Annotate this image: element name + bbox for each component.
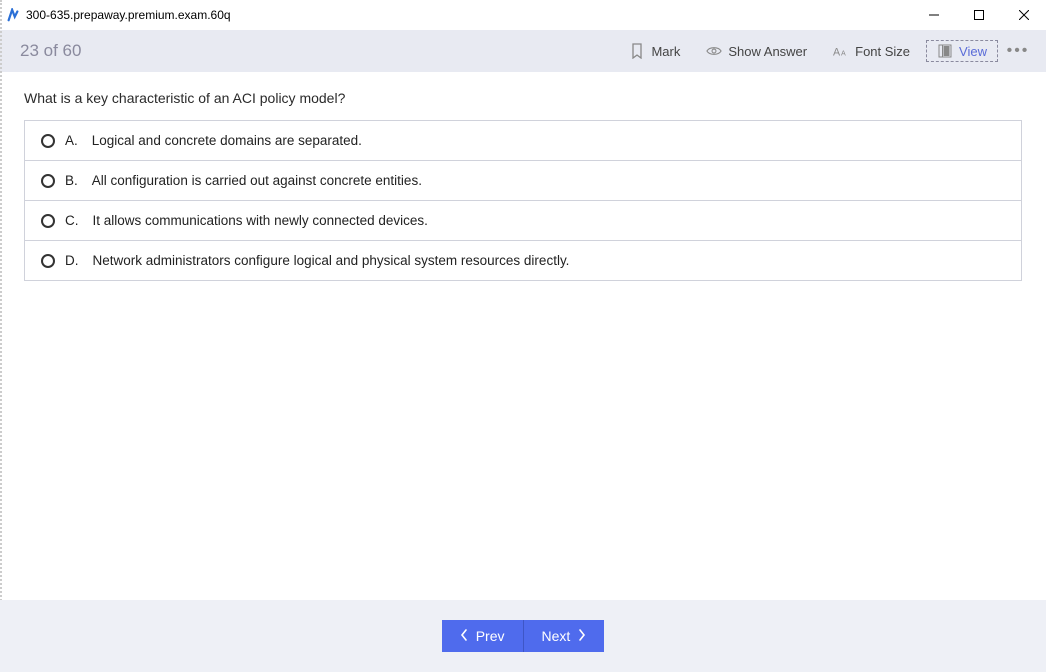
minimize-button[interactable] (911, 0, 956, 30)
option-text: Logical and concrete domains are separat… (92, 133, 362, 148)
radio-icon (41, 254, 55, 268)
option-letter: C. (65, 213, 79, 228)
option-text: Network administrators configure logical… (93, 253, 570, 268)
radio-icon (41, 174, 55, 188)
bookmark-icon (629, 43, 645, 59)
mark-button[interactable]: Mark (619, 39, 690, 63)
footer: Prev Next (0, 600, 1046, 672)
window-title: 300-635.prepaway.premium.exam.60q (26, 8, 231, 22)
chevron-right-icon (578, 629, 586, 644)
radio-icon (41, 134, 55, 148)
answer-list: A. Logical and concrete domains are sepa… (24, 120, 1022, 281)
view-icon (937, 43, 953, 59)
toolbar: 23 of 60 Mark Show Answer AA Font Size V… (0, 30, 1046, 72)
more-icon: ••• (1007, 42, 1030, 60)
svg-text:A: A (833, 46, 841, 58)
answer-option[interactable]: D. Network administrators configure logi… (25, 241, 1021, 280)
next-label: Next (542, 628, 571, 644)
titlebar: 300-635.prepaway.premium.exam.60q (0, 0, 1046, 30)
close-button[interactable] (1001, 0, 1046, 30)
content-area: What is a key characteristic of an ACI p… (0, 72, 1046, 600)
window-controls (911, 0, 1046, 30)
maximize-button[interactable] (956, 0, 1001, 30)
answer-option[interactable]: C. It allows communications with newly c… (25, 201, 1021, 241)
progress-label: 23 of 60 (20, 41, 81, 61)
answer-option[interactable]: A. Logical and concrete domains are sepa… (25, 121, 1021, 161)
show-answer-button[interactable]: Show Answer (696, 39, 817, 63)
radio-icon (41, 214, 55, 228)
left-edge-decoration (0, 0, 4, 672)
question-text: What is a key characteristic of an ACI p… (24, 90, 1022, 106)
option-letter: A. (65, 133, 78, 148)
eye-icon (706, 43, 722, 59)
next-button[interactable]: Next (524, 620, 605, 652)
answer-option[interactable]: B. All configuration is carried out agai… (25, 161, 1021, 201)
font-size-icon: AA (833, 43, 849, 59)
option-text: It allows communications with newly conn… (93, 213, 428, 228)
mark-label: Mark (651, 44, 680, 59)
more-button[interactable]: ••• (1004, 42, 1032, 60)
prev-button[interactable]: Prev (442, 620, 524, 652)
view-button[interactable]: View (926, 40, 998, 62)
nav-group: Prev Next (442, 620, 605, 652)
prev-label: Prev (476, 628, 505, 644)
font-size-button[interactable]: AA Font Size (823, 39, 920, 63)
chevron-left-icon (460, 629, 468, 644)
option-letter: B. (65, 173, 78, 188)
font-size-label: Font Size (855, 44, 910, 59)
svg-text:A: A (841, 49, 846, 57)
app-icon (6, 8, 20, 22)
option-letter: D. (65, 253, 79, 268)
option-text: All configuration is carried out against… (92, 173, 422, 188)
view-label: View (959, 44, 987, 59)
show-answer-label: Show Answer (728, 44, 807, 59)
